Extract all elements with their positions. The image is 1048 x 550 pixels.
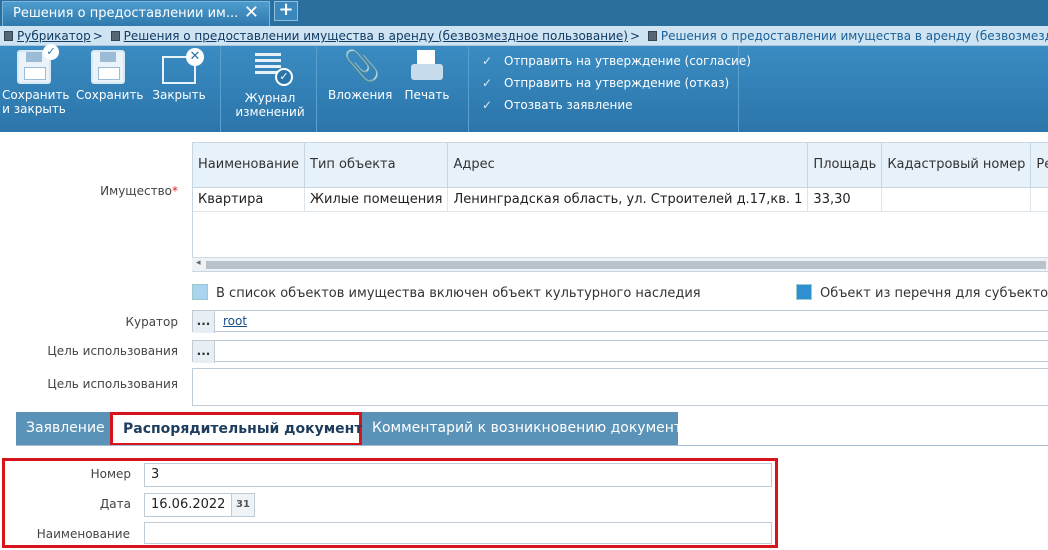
- toolbar-divider: [220, 46, 221, 132]
- tab-application[interactable]: Заявление: [16, 412, 110, 446]
- save-button[interactable]: Сохранить: [76, 50, 144, 102]
- curator-field[interactable]: ... root: [192, 310, 1048, 333]
- breadcrumb-separator: >: [92, 29, 103, 43]
- column-header-area[interactable]: Площадь: [807, 143, 883, 188]
- list-swatch: [796, 284, 812, 300]
- print-button[interactable]: Печать: [400, 50, 454, 102]
- grid-header-row: Наименование Тип объекта Адрес Площадь К…: [193, 143, 1048, 188]
- date-label: Дата: [99, 497, 131, 511]
- purpose-label: Цель использования: [47, 344, 178, 358]
- print-label: Печать: [404, 88, 450, 102]
- paperclip-icon: 📎: [343, 49, 381, 84]
- date-field[interactable]: 16.06.2022: [144, 493, 232, 517]
- close-tab-icon[interactable]: ✕: [244, 4, 259, 22]
- save-close-icon: ✓: [17, 44, 59, 84]
- name-label: Наименование: [36, 527, 130, 541]
- document-tab[interactable]: Решения о предоставлении им... ✕: [2, 1, 270, 26]
- purpose-lookup-field[interactable]: ...: [192, 340, 1048, 363]
- save-and-close-label: Сохранить и закрыть: [2, 88, 70, 116]
- cell-type: Жилые помещения: [304, 187, 449, 212]
- purpose-textarea[interactable]: [192, 368, 1048, 406]
- save-label: Сохранить: [76, 88, 144, 102]
- number-label: Номер: [90, 467, 131, 481]
- close-window-icon: ✕: [162, 48, 204, 84]
- save-and-close-button[interactable]: ✓ Сохранить и закрыть: [2, 44, 70, 116]
- tab-comment[interactable]: Комментарий к возникновению документа: [362, 412, 691, 446]
- property-label: Имущество*: [100, 184, 178, 198]
- journal-label: Журнал изменений: [235, 91, 305, 119]
- column-header-name[interactable]: Наименование: [193, 143, 306, 188]
- check-icon: ✓: [482, 54, 493, 68]
- close-button[interactable]: ✕ Закрыть: [150, 48, 208, 102]
- legend-heritage: В список объектов имущества включен объе…: [192, 284, 701, 301]
- tabs-divider: [16, 445, 1048, 446]
- check-icon: ✓: [482, 76, 493, 90]
- calendar-icon[interactable]: 31: [231, 493, 255, 517]
- horizontal-scrollbar[interactable]: ◂: [192, 257, 1048, 271]
- property-grid: Наименование Тип объекта Адрес Площадь К…: [192, 142, 1048, 272]
- column-header-address[interactable]: Адрес: [447, 143, 809, 188]
- workflow-actions: ✓ Отправить на утверждение (согласие) ✓ От…: [482, 50, 751, 116]
- purpose-lookup-button[interactable]: ...: [193, 341, 215, 363]
- table-row[interactable]: Квартира Жилые помещения Ленинградская о…: [193, 187, 1048, 212]
- check-icon: ✓: [482, 98, 493, 112]
- curator-link[interactable]: root: [223, 314, 247, 328]
- action-send-reject[interactable]: ✓ Отправить на утверждение (отказ): [482, 72, 751, 94]
- scrollbar-thumb[interactable]: [206, 261, 1046, 269]
- name-field[interactable]: [144, 522, 772, 544]
- breadcrumb: Рубрикатор > Решения о предоставлении иму…: [0, 26, 1048, 46]
- folder-icon: [4, 31, 13, 41]
- toolbar-divider: [316, 46, 317, 132]
- breadcrumb-item-decisions[interactable]: Решения о предоставлении имущества в аре…: [124, 29, 628, 43]
- cell-area: 33,30: [807, 187, 883, 212]
- scroll-left-icon[interactable]: ◂: [196, 258, 201, 268]
- cell-name: Квартира: [193, 187, 306, 212]
- document-tab-title: Решения о предоставлении им...: [13, 6, 239, 21]
- legend-list: Объект из перечня для субъектов МС: [796, 284, 1048, 301]
- cell-registry: [1030, 187, 1048, 212]
- breadcrumb-current: Решения о предоставлении имущества в аре…: [660, 29, 1048, 43]
- journal-button[interactable]: ✓ Журнал изменений: [232, 50, 308, 119]
- journal-icon: ✓: [255, 53, 293, 87]
- curator-lookup-button[interactable]: ...: [193, 311, 215, 333]
- action-send-approve[interactable]: ✓ Отправить на утверждение (согласие): [482, 50, 751, 72]
- attachments-button[interactable]: 📎 Вложения: [328, 49, 393, 103]
- breadcrumb-separator: >: [629, 29, 640, 43]
- close-label: Закрыть: [152, 88, 206, 102]
- curator-label: Куратор: [125, 315, 178, 329]
- add-tab-button[interactable]: +: [274, 1, 298, 21]
- cell-cadastral: [881, 187, 1032, 212]
- folder-icon: [110, 31, 120, 41]
- cell-address: Ленинградская область, ул. Строителей д.…: [447, 187, 809, 212]
- window-tab-bar: Решения о предоставлении им... ✕ +: [0, 0, 1048, 26]
- action-withdraw[interactable]: ✓ Отозвать заявление: [482, 94, 751, 116]
- column-header-type[interactable]: Тип объекта: [304, 143, 449, 188]
- breadcrumb-item-rubricator[interactable]: Рубрикатор: [17, 29, 91, 43]
- toolbar-divider: [468, 46, 469, 132]
- number-field[interactable]: 3: [144, 463, 772, 487]
- purpose-text-label: Цель использования: [47, 377, 178, 391]
- column-header-cadastral[interactable]: Кадастровый номер: [881, 143, 1032, 188]
- document-icon: [647, 31, 657, 41]
- attachments-label: Вложения: [328, 88, 393, 102]
- save-icon: [91, 50, 125, 84]
- tab-administrative-document[interactable]: Распорядительный документ: [110, 412, 362, 446]
- printer-icon: [409, 50, 445, 84]
- heritage-swatch: [192, 284, 208, 300]
- column-header-registry[interactable]: Реестр: [1030, 143, 1048, 188]
